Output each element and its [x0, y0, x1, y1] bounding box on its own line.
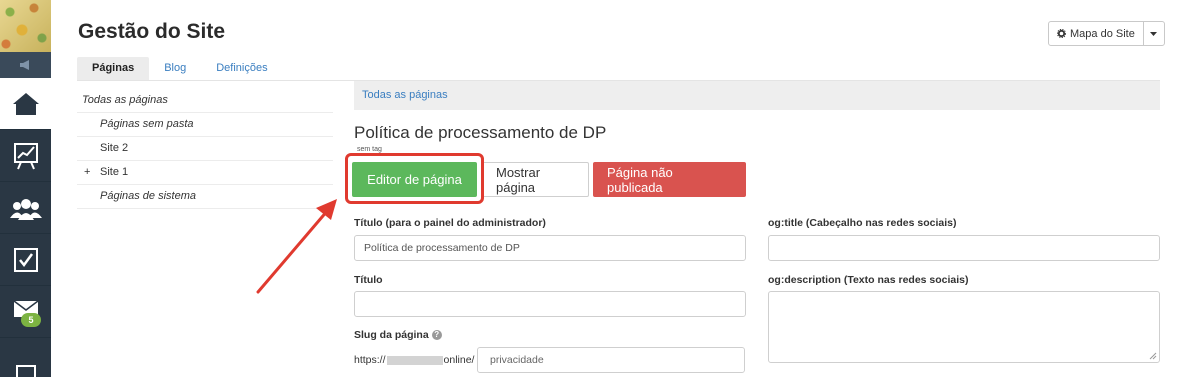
sidebar-item-users[interactable]	[0, 182, 51, 234]
og-description-label: og:description (Texto nas redes sociais)	[768, 274, 969, 286]
sidebar-item-mail[interactable]: 5	[0, 286, 51, 338]
redacted-domain	[386, 355, 443, 365]
gear-icon	[1057, 29, 1066, 38]
tree-expand-toggle[interactable]: +	[84, 161, 90, 183]
help-icon[interactable]: ?	[431, 329, 442, 340]
tab-blog[interactable]: Blog	[149, 57, 201, 81]
settings-icon	[15, 364, 36, 377]
caret-down-icon	[1150, 31, 1158, 36]
unpublished-status-button[interactable]: Página não publicada	[593, 162, 746, 197]
section-tabs: Páginas Blog Definições	[77, 57, 283, 81]
resize-handle-icon[interactable]	[1149, 352, 1157, 360]
sidebar-item-tasks[interactable]	[0, 234, 51, 286]
users-icon	[9, 198, 42, 220]
tab-settings[interactable]: Definições	[201, 57, 282, 81]
page-tree: Todas as páginas Páginas sem pasta Site …	[77, 89, 333, 209]
document-title: Política de processamento de DP	[354, 123, 607, 142]
admin-title-input[interactable]: Política de processamento de DP	[354, 235, 746, 261]
highlight-box	[345, 153, 484, 204]
tree-item-all-pages[interactable]: Todas as páginas	[77, 89, 333, 113]
sitemap-button-group: Mapa do Site	[1048, 21, 1165, 46]
app-sidebar: 5	[0, 0, 51, 377]
tree-item-no-folder[interactable]: Páginas sem pasta	[77, 113, 333, 137]
sidebar-item-home[interactable]	[0, 78, 51, 130]
og-title-input[interactable]	[768, 235, 1160, 261]
sitemap-button-label: Mapa do Site	[1070, 27, 1135, 40]
slug-label: Slug da página?	[354, 329, 442, 341]
megaphone-icon	[19, 60, 29, 70]
title-input[interactable]	[354, 291, 746, 317]
slug-prefix: https:// online/	[354, 354, 474, 366]
chart-board-icon	[13, 142, 38, 169]
og-description-textarea[interactable]	[768, 291, 1160, 363]
tag-label: sem tag	[357, 146, 382, 153]
app-logo[interactable]	[0, 0, 51, 52]
tree-item-site-1[interactable]: + Site 1	[77, 161, 333, 185]
checkbox-icon	[13, 247, 38, 272]
sitemap-dropdown-toggle[interactable]	[1144, 22, 1164, 45]
mail-count-badge: 5	[21, 313, 41, 327]
og-title-label: og:title (Cabeçalho nas redes sociais)	[768, 217, 957, 229]
tree-item-site-2[interactable]: Site 2	[77, 137, 333, 161]
tab-pages[interactable]: Páginas	[77, 57, 150, 81]
breadcrumb: Todas as páginas	[354, 81, 1160, 110]
show-page-button[interactable]: Mostrar página	[481, 162, 589, 197]
breadcrumb-link[interactable]: Todas as páginas	[362, 89, 448, 101]
sidebar-item-stats[interactable]	[0, 130, 51, 182]
slug-prefix-start: https://	[354, 354, 386, 366]
sitemap-button[interactable]: Mapa do Site	[1049, 22, 1144, 45]
title-label: Título	[354, 274, 383, 286]
slug-prefix-end: online/	[443, 354, 475, 366]
sidebar-item-settings[interactable]	[0, 338, 51, 377]
page-title: Gestão do Site	[78, 20, 226, 43]
tree-item-system-pages[interactable]: Páginas de sistema	[77, 185, 333, 209]
tree-item-label: Site 1	[100, 166, 129, 178]
slug-label-text: Slug da página	[354, 329, 429, 341]
slug-input[interactable]: privacidade	[477, 347, 745, 373]
admin-title-label: Título (para o painel do administrador)	[354, 217, 546, 229]
home-icon	[12, 92, 39, 115]
sidebar-collapse-toggle[interactable]	[0, 52, 51, 78]
